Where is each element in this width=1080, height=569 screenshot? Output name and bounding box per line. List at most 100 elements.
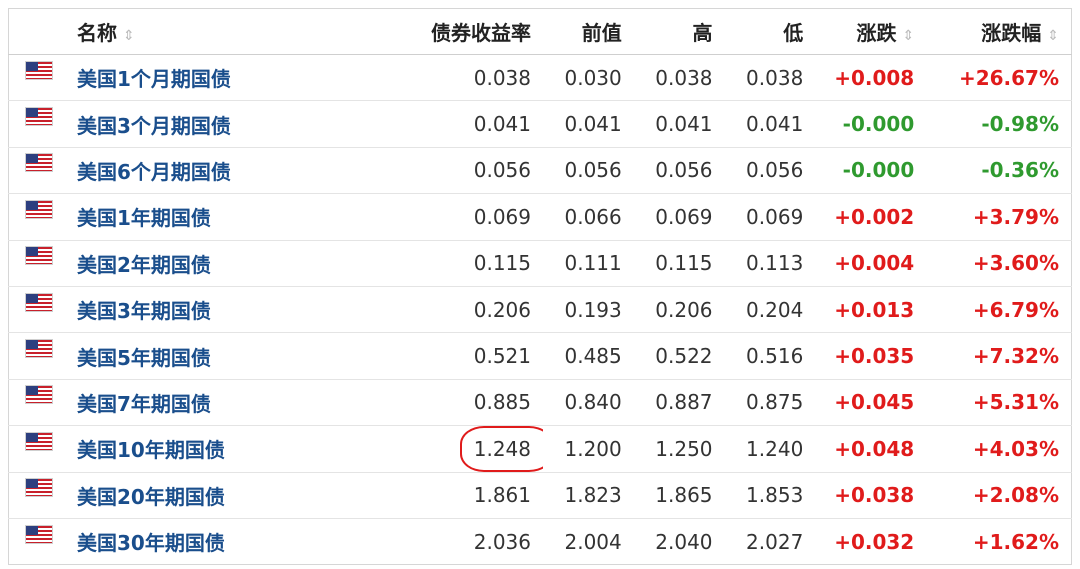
change-cell: +0.048 bbox=[815, 425, 927, 473]
highlighted-yield: 1.248 bbox=[459, 425, 543, 472]
yield-cell: 1.248 bbox=[381, 425, 543, 473]
us-flag-icon bbox=[26, 386, 52, 404]
yield-cell: 0.885 bbox=[381, 379, 543, 427]
prev-cell: 0.840 bbox=[543, 379, 634, 427]
table-row[interactable]: 美国5年期国债 0.521 0.485 0.522 0.516 +0.035 +7.32% bbox=[8, 332, 1072, 380]
yield-value: 0.521 bbox=[473, 344, 531, 369]
yield-value: 0.206 bbox=[473, 297, 531, 322]
flag-cell bbox=[8, 472, 69, 519]
change-cell: +0.032 bbox=[834, 529, 915, 554]
yield-value: 0.115 bbox=[473, 251, 531, 276]
table-row[interactable]: 美国7年期国债 0.885 0.840 0.887 0.875 +0.045 +5.31% bbox=[8, 379, 1072, 427]
bond-name-cell: 美国3年期国债 bbox=[69, 286, 382, 334]
bond-name-link[interactable]: 美国7年期国债 bbox=[77, 392, 211, 416]
us-flag-icon bbox=[26, 432, 52, 450]
bond-name-link[interactable]: 美国1年期国债 bbox=[77, 206, 211, 230]
bond-name-cell: 美国1年期国债 bbox=[69, 193, 382, 241]
flag-cell bbox=[8, 240, 69, 287]
bond-name-link[interactable]: 美国10年期国债 bbox=[77, 438, 225, 462]
low-cell: 0.038 bbox=[724, 54, 816, 102]
prev-cell: 0.030 bbox=[543, 54, 634, 102]
table-body: 美国1个月期国债 0.038 0.030 0.038 0.038 +0.008 +26.67… bbox=[8, 54, 1072, 565]
yield-cell: 1.861 bbox=[381, 472, 543, 519]
bond-name-link[interactable]: 美国6个月期国债 bbox=[77, 160, 231, 184]
change-cell: +0.004 bbox=[815, 240, 927, 287]
change-cell: +0.045 bbox=[815, 379, 927, 427]
high-cell: 1.250 bbox=[633, 425, 725, 473]
bond-name-link[interactable]: 美国5年期国债 bbox=[77, 346, 211, 370]
low-cell: 1.853 bbox=[724, 472, 816, 519]
us-flag-icon bbox=[26, 479, 52, 497]
table-row[interactable]: 美国3年期国债 0.206 0.193 0.206 0.204 +0.013 +6.79% bbox=[8, 286, 1072, 334]
table-row[interactable]: 美国1个月期国债 0.038 0.030 0.038 0.038 +0.008 +26.67… bbox=[8, 54, 1072, 102]
us-flag-icon bbox=[26, 108, 52, 126]
high-cell: 0.115 bbox=[633, 240, 725, 287]
low-cell: 0.041 bbox=[724, 100, 816, 148]
change-pct-cell: -0.36% bbox=[926, 147, 1072, 195]
yield-cell: 0.038 bbox=[381, 54, 543, 102]
table-row[interactable]: 美国10年期国债 1.248 1.200 1.250 1.240 +0.048 +4.03% bbox=[8, 425, 1072, 473]
yield-cell: 0.206 bbox=[381, 286, 543, 334]
bond-name-cell: 美国3个月期国债 bbox=[69, 100, 382, 148]
bond-yield-table-container: 名称 ⇕ 债券收益率 前值 高 低 涨跌 ⇕ 涨跌幅 ⇕ 美国1个月期国债 0.038 0… bbox=[0, 0, 1080, 569]
sort-icon[interactable]: ⇕ bbox=[1047, 28, 1059, 44]
change-pct-cell: +5.31% bbox=[926, 379, 1072, 427]
yield-cell: 0.056 bbox=[381, 147, 543, 195]
bond-name-link[interactable]: 美国30年期国债 bbox=[77, 531, 225, 555]
table-row[interactable]: 美国1年期国债 0.069 0.066 0.069 0.069 +0.002 +3.79% bbox=[8, 193, 1072, 241]
high-cell: 1.865 bbox=[633, 472, 725, 519]
table-row[interactable]: 美国6个月期国债 0.056 0.056 0.056 0.056 -0.000 -0.36% bbox=[8, 147, 1072, 195]
high-cell: 0.206 bbox=[633, 286, 725, 334]
change-pct-cell: +6.79% bbox=[926, 286, 1072, 334]
high-cell: 0.069 bbox=[633, 193, 725, 241]
flag-cell bbox=[8, 147, 69, 195]
prev-cell: 0.056 bbox=[543, 147, 634, 195]
yield-value: 0.041 bbox=[473, 112, 531, 137]
bond-name-link[interactable]: 美国3个月期国债 bbox=[77, 114, 231, 138]
prev-cell: 0.485 bbox=[543, 332, 634, 380]
change-pct-cell: +26.67% bbox=[926, 54, 1072, 102]
table-row[interactable]: 美国20年期国债 1.861 1.823 1.865 1.853 +0.038 +2.08% bbox=[8, 472, 1072, 519]
change-pct-cell: -0.98% bbox=[926, 100, 1072, 148]
low-cell: 1.240 bbox=[724, 425, 816, 473]
bond-name-cell: 美国1个月期国债 bbox=[69, 54, 382, 102]
header-name[interactable]: 名称 ⇕ bbox=[69, 8, 382, 55]
bond-name-link[interactable]: 美国1个月期国债 bbox=[77, 67, 231, 91]
bond-yield-table: 名称 ⇕ 债券收益率 前值 高 低 涨跌 ⇕ 涨跌幅 ⇕ 美国1个月期国债 0.038 0… bbox=[8, 8, 1072, 566]
change-cell: +0.013 bbox=[815, 286, 927, 334]
header-change-pct[interactable]: 涨跌幅 ⇕ bbox=[926, 8, 1072, 55]
header-high: 高 bbox=[633, 8, 725, 55]
table-header: 名称 ⇕ 债券收益率 前值 高 低 涨跌 ⇕ 涨跌幅 ⇕ bbox=[8, 8, 1072, 55]
bond-name-cell: 美国10年期国债 bbox=[69, 425, 382, 473]
change-pct-cell: +2.08% bbox=[926, 472, 1072, 519]
header-prev: 前值 bbox=[543, 8, 634, 55]
change-pct-cell: +3.60% bbox=[926, 240, 1072, 287]
change-cell: +0.002 bbox=[815, 193, 927, 241]
high-cell: 0.041 bbox=[633, 100, 725, 148]
bond-name-cell: 美国6个月期国债 bbox=[69, 147, 382, 195]
sort-icon[interactable]: ⇕ bbox=[903, 28, 915, 44]
yield-cell: 0.521 bbox=[381, 332, 543, 380]
bond-name-link[interactable]: 美国20年期国债 bbox=[77, 485, 225, 509]
bond-name-link[interactable]: 美国3年期国债 bbox=[77, 299, 211, 323]
prev-cell: 0.111 bbox=[543, 240, 634, 287]
prev-cell: 0.066 bbox=[543, 193, 634, 241]
bond-name-cell: 美国2年期国债 bbox=[69, 240, 382, 287]
table-row[interactable]: 美国30年期国债 2.036 2.004 2.040 2.027 +0.032 +1.62% bbox=[9, 518, 1072, 564]
bond-name-link[interactable]: 美国2年期国债 bbox=[77, 253, 211, 277]
table-row[interactable]: 美国2年期国债 0.115 0.111 0.115 0.113 +0.004 +3.60% bbox=[8, 240, 1072, 287]
yield-cell: 0.115 bbox=[381, 240, 543, 287]
us-flag-icon bbox=[26, 525, 52, 543]
flag-cell bbox=[8, 332, 69, 380]
yield-cell: 0.069 bbox=[381, 193, 543, 241]
us-flag-icon bbox=[26, 340, 52, 358]
table-row[interactable]: 美国3个月期国债 0.041 0.041 0.041 0.041 -0.000 -0.98% bbox=[8, 100, 1072, 148]
flag-cell bbox=[8, 379, 69, 427]
header-low: 低 bbox=[724, 8, 816, 55]
header-change[interactable]: 涨跌 ⇕ bbox=[815, 8, 927, 55]
flag-cell bbox=[8, 425, 69, 473]
flag-cell bbox=[8, 54, 69, 102]
change-cell: +0.008 bbox=[815, 54, 927, 102]
sort-icon[interactable]: ⇕ bbox=[123, 28, 135, 44]
change-pct-cell: +4.03% bbox=[926, 425, 1072, 473]
